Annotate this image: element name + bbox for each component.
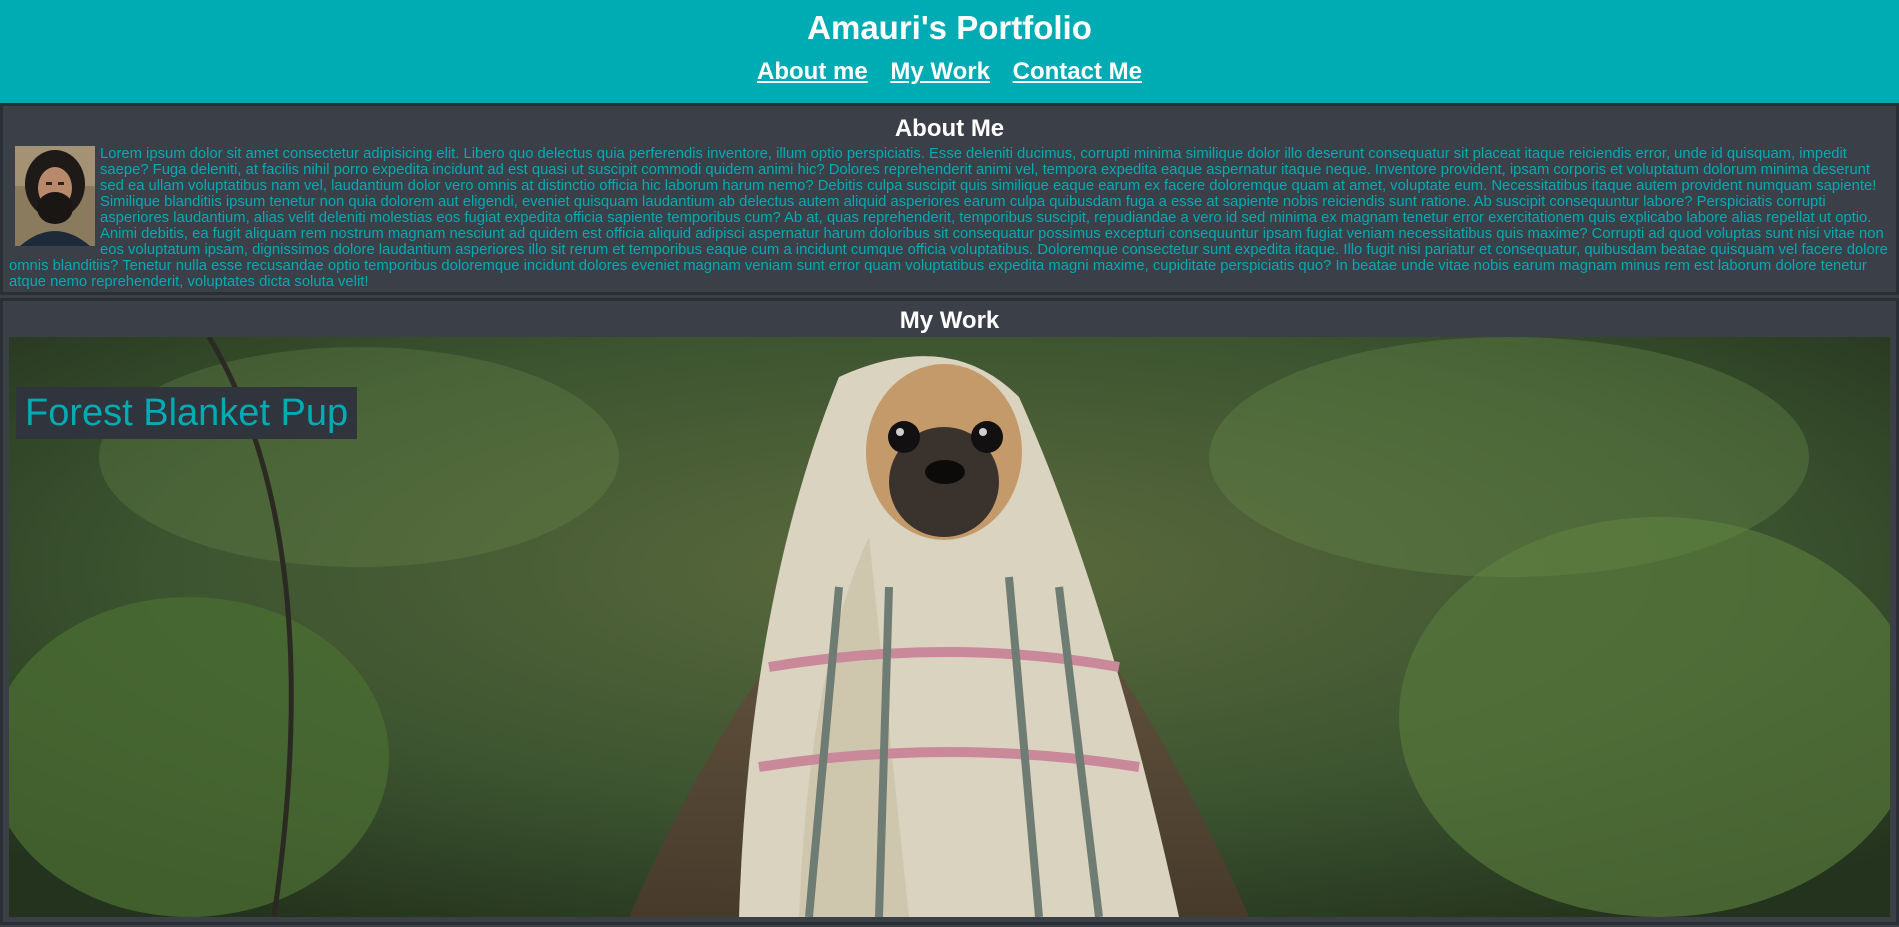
about-heading: About Me	[894, 115, 1005, 142]
site-header: Amauri's Portfolio About me My Work Cont…	[0, 0, 1899, 103]
about-section: About Me Lorem ipsum dolor sit amet cons…	[0, 106, 1899, 295]
project-card[interactable]: Forest Blanket Pup	[9, 337, 1890, 917]
profile-photo	[15, 146, 95, 246]
work-section: My Work Forest Blanket Pup	[0, 298, 1899, 925]
work-heading: My Work	[899, 307, 1000, 334]
about-text: Lorem ipsum dolor sit amet consectetur a…	[9, 146, 1888, 290]
nav-link-contact-me[interactable]: Contact Me	[1013, 58, 1142, 85]
project-caption[interactable]: Forest Blanket Pup	[16, 387, 358, 439]
nav-link-about-me[interactable]: About me	[757, 58, 868, 85]
main-nav: About me My Work Contact Me	[0, 58, 1899, 86]
nav-link-my-work[interactable]: My Work	[890, 58, 990, 85]
site-title: Amauri's Portfolio	[807, 9, 1092, 46]
about-body: Lorem ipsum dolor sit amet consectetur a…	[3, 146, 1896, 290]
